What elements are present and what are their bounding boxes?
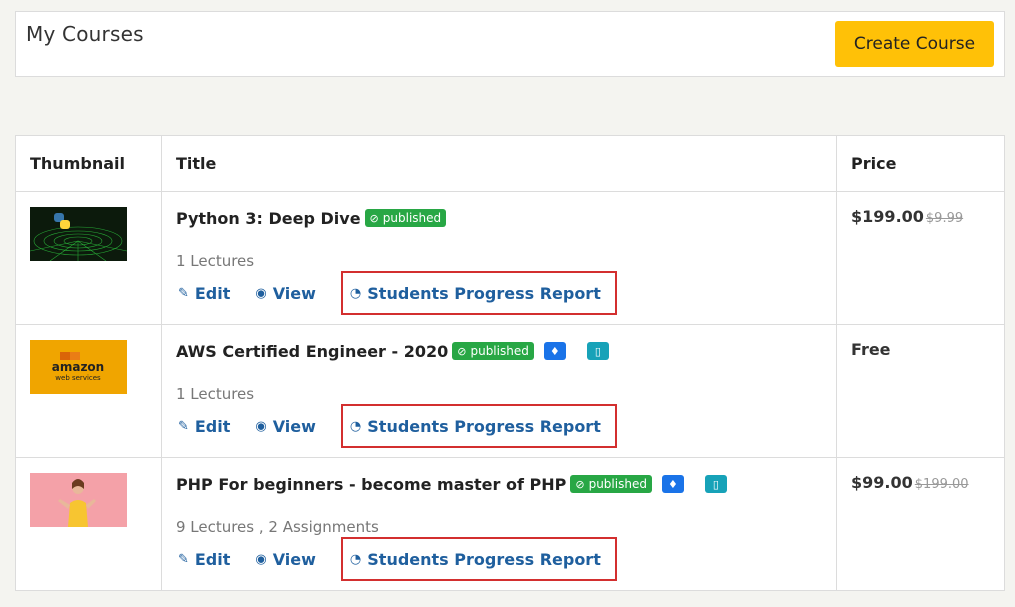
column-header-price: Price xyxy=(836,135,1005,192)
edit-label: Edit xyxy=(194,283,231,303)
original-price: $9.99 xyxy=(925,211,964,226)
page-header-card: My Courses Create Course xyxy=(15,11,1005,77)
eye-icon: ◉ xyxy=(255,551,267,567)
lecture-count: 9 Lectures , 2 Assignments xyxy=(175,518,379,536)
students-progress-report-link[interactable]: ◔ Students Progress Report xyxy=(340,404,617,448)
flame-icon: ♦ xyxy=(543,342,566,360)
price: $99.00 xyxy=(851,473,913,492)
report-label: Students Progress Report xyxy=(367,416,601,436)
courses-table: Thumbnail Title Price Python 3: Deep Div… xyxy=(15,135,1005,591)
status-label: published xyxy=(470,344,529,358)
original-price: $199.00 xyxy=(914,477,969,492)
flame-icon: ♦ xyxy=(661,475,684,493)
lecture-count: 1 Lectures xyxy=(175,252,255,270)
price: $199.00 xyxy=(851,207,924,226)
pie-chart-icon: ◔ xyxy=(349,418,362,434)
course-title[interactable]: PHP For beginners - become master of PHP xyxy=(176,475,566,494)
bookmark-icon: ▯ xyxy=(704,475,727,493)
status-badge: ⊘ published xyxy=(364,209,447,227)
price-cell: $99.00 $199.00 xyxy=(836,457,1005,591)
eye-icon: ◉ xyxy=(255,418,267,434)
status-label: published xyxy=(588,477,647,491)
thumbnail-text-web-services: web services xyxy=(55,374,101,382)
course-title[interactable]: Python 3: Deep Dive xyxy=(176,209,361,228)
edit-link[interactable]: ✎ Edit xyxy=(178,417,230,436)
table-header-row: Thumbnail Title Price xyxy=(15,135,1005,192)
page-title: My Courses xyxy=(26,22,144,46)
eye-icon: ◉ xyxy=(255,285,267,301)
column-header-title: Title xyxy=(160,135,838,192)
view-link[interactable]: ◉ View xyxy=(255,417,316,436)
lecture-count: 1 Lectures xyxy=(175,385,255,403)
bookmark-icon: ▯ xyxy=(586,342,609,360)
price-cell: $199.00 $9.99 xyxy=(836,191,1005,325)
create-course-button[interactable]: Create Course xyxy=(835,21,994,67)
python-thumbnail[interactable] xyxy=(30,207,127,261)
edit-link[interactable]: ✎ Edit xyxy=(178,550,230,569)
edit-icon: ✎ xyxy=(177,285,189,301)
check-circle-icon: ⊘ xyxy=(369,211,379,225)
status-badge: ⊘ published xyxy=(570,475,652,493)
price: Free xyxy=(851,340,891,359)
edit-link[interactable]: ✎ Edit xyxy=(178,284,230,303)
pie-chart-icon: ◔ xyxy=(349,285,362,301)
report-label: Students Progress Report xyxy=(367,283,601,303)
woman-pointing-thumbnail[interactable] xyxy=(30,473,127,527)
course-title[interactable]: AWS Certified Engineer - 2020 xyxy=(176,342,448,361)
table-row: amazon web services AWS Certified Engine… xyxy=(15,324,1005,458)
table-row: Python 3: Deep Dive ⊘ published 1 Lecture… xyxy=(15,191,1005,325)
title-cell: Python 3: Deep Dive ⊘ published 1 Lecture… xyxy=(160,191,838,325)
status-badge: ⊘ published xyxy=(452,342,534,360)
view-link[interactable]: ◉ View xyxy=(255,550,316,569)
view-label: View xyxy=(272,283,316,303)
price-cell: Free xyxy=(836,324,1005,458)
edit-icon: ✎ xyxy=(177,551,189,567)
view-link[interactable]: ◉ View xyxy=(255,284,316,303)
students-progress-report-link[interactable]: ◔ Students Progress Report xyxy=(340,271,617,315)
title-cell: PHP For beginners - become master of PHP… xyxy=(160,457,838,591)
edit-icon: ✎ xyxy=(177,418,189,434)
thumbnail-text-amazon: amazon xyxy=(52,360,104,374)
check-circle-icon: ⊘ xyxy=(457,344,467,358)
thumbnail-cell: amazon web services xyxy=(15,324,162,458)
view-label: View xyxy=(272,549,316,569)
thumbnail-cell xyxy=(15,457,162,591)
pie-chart-icon: ◔ xyxy=(349,551,362,567)
title-cell: AWS Certified Engineer - 2020 ⊘ published… xyxy=(160,324,838,458)
report-label: Students Progress Report xyxy=(367,549,601,569)
amazon-web-services-thumbnail[interactable]: amazon web services xyxy=(30,340,127,394)
thumbnail-cell xyxy=(15,191,162,325)
view-label: View xyxy=(272,416,316,436)
edit-label: Edit xyxy=(194,416,231,436)
table-row: PHP For beginners - become master of PHP… xyxy=(15,457,1005,591)
check-circle-icon: ⊘ xyxy=(575,477,585,491)
status-label: published xyxy=(382,211,442,225)
students-progress-report-link[interactable]: ◔ Students Progress Report xyxy=(340,537,617,581)
edit-label: Edit xyxy=(194,549,231,569)
column-header-thumbnail: Thumbnail xyxy=(15,135,162,192)
